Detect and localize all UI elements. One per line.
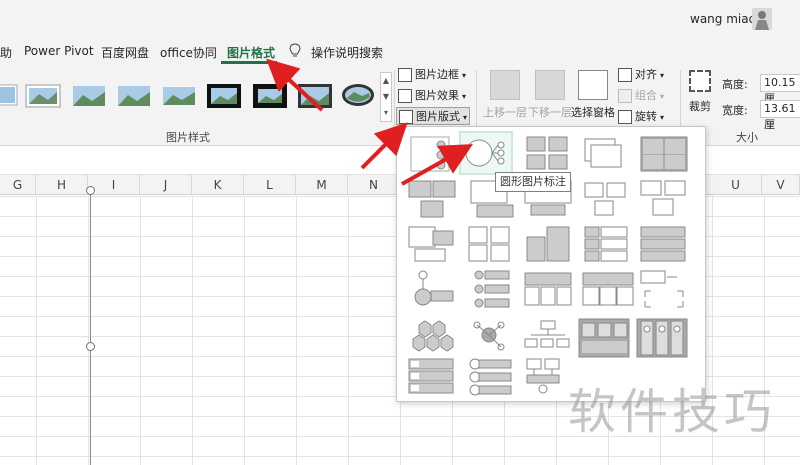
picture-style-9[interactable] <box>340 80 380 110</box>
column-header-j[interactable]: J <box>140 175 192 195</box>
height-field[interactable]: 10.15 厘 <box>760 74 800 105</box>
gallery-more-icon[interactable]: ▾ <box>381 105 391 121</box>
layout-option[interactable] <box>405 223 459 267</box>
column-header-h[interactable]: H <box>36 175 88 195</box>
chevron-down-icon: ▾ <box>462 71 467 80</box>
column-header-i[interactable]: I <box>88 175 140 195</box>
width-field[interactable]: 13.61 厘 <box>760 100 800 131</box>
gallery-down-icon[interactable]: ▼ <box>381 89 391 105</box>
avatar[interactable] <box>752 8 772 30</box>
picture-effects-button[interactable]: 图片效果 ▾ <box>398 87 466 105</box>
layout-option[interactable] <box>635 317 689 361</box>
column-header-g[interactable]: G <box>0 175 36 195</box>
picture-style-2[interactable] <box>24 80 64 110</box>
layout-option[interactable] <box>405 269 459 313</box>
layout-option[interactable] <box>521 223 575 267</box>
picture-border-icon <box>398 68 412 82</box>
height-label: 高度: <box>722 78 748 91</box>
chevron-down-icon: ▾ <box>462 92 467 101</box>
layout-option[interactable] <box>637 269 691 313</box>
chevron-down-icon: ▾ <box>660 92 665 101</box>
layout-option[interactable] <box>581 133 635 177</box>
layout-option[interactable] <box>465 223 519 267</box>
chevron-down-icon: ▾ <box>660 113 665 122</box>
lightbulb-icon <box>289 43 301 57</box>
column-header-v[interactable]: V <box>762 175 800 195</box>
layout-option[interactable] <box>405 179 459 223</box>
tab-picture-format[interactable]: 图片格式 <box>227 44 275 61</box>
bring-forward-icon <box>490 70 520 100</box>
layout-option[interactable] <box>637 179 691 223</box>
send-backward-icon <box>535 70 565 100</box>
ribbon-tab-bar: 助 Power Pivot 百度网盘 office协同 图片格式 操作说明搜索 … <box>0 0 800 66</box>
picture-border-button[interactable]: 图片边框 ▾ <box>398 66 466 84</box>
column-header-k[interactable]: K <box>192 175 244 195</box>
crop-icon <box>689 70 711 92</box>
size-group-label: 大小 <box>736 131 758 144</box>
picture-selection-edge <box>90 190 91 465</box>
align-button[interactable]: 对齐 ▾ <box>618 66 664 84</box>
selection-pane-icon <box>578 70 608 100</box>
gallery-scroll[interactable]: ▲ ▼ ▾ <box>380 72 392 122</box>
layout-option-circle-picture-callout[interactable] <box>459 131 513 175</box>
picture-style-5[interactable] <box>160 80 200 110</box>
rotate-button[interactable]: 旋转 ▾ <box>618 108 664 126</box>
tab-help[interactable]: 助 <box>0 44 12 61</box>
tab-power-pivot[interactable]: Power Pivot <box>24 44 94 58</box>
group-button[interactable]: 组合 ▾ <box>618 87 664 105</box>
resize-handle-top[interactable] <box>86 186 95 195</box>
column-header-n[interactable]: N <box>348 175 400 195</box>
crop-button[interactable]: 裁剪 <box>682 70 718 114</box>
layout-option[interactable] <box>581 269 635 313</box>
rotate-icon <box>618 110 632 124</box>
group-icon <box>618 89 632 103</box>
layout-option[interactable] <box>581 179 635 223</box>
layout-option[interactable] <box>637 133 691 177</box>
bring-forward-button[interactable]: 上移一层 <box>483 70 527 120</box>
layout-option[interactable] <box>637 223 691 267</box>
gallery-up-icon[interactable]: ▲ <box>381 73 391 89</box>
picture-layout-button[interactable]: 图片版式 ▾ <box>396 107 470 125</box>
picture-layout-icon <box>399 110 413 124</box>
ribbon-separator <box>394 70 395 142</box>
tell-me-search[interactable]: 操作说明搜索 <box>311 44 383 61</box>
layout-option[interactable] <box>405 133 459 177</box>
tab-office-collab[interactable]: office协同 <box>160 44 217 61</box>
active-tab-indicator <box>221 61 277 64</box>
layout-tooltip: 圆形图片标注 <box>495 172 571 192</box>
layout-option[interactable] <box>577 317 631 361</box>
picture-layout-dropdown <box>396 126 706 402</box>
layout-option[interactable] <box>465 317 519 361</box>
picture-style-8[interactable] <box>296 80 336 110</box>
picture-style-7[interactable] <box>251 80 291 110</box>
layout-option[interactable] <box>465 357 519 401</box>
picture-style-4[interactable] <box>115 80 155 110</box>
user-name[interactable]: wang miao <box>690 12 756 26</box>
layout-option[interactable] <box>581 223 635 267</box>
layout-option[interactable] <box>521 269 575 313</box>
chevron-down-icon: ▾ <box>660 71 665 80</box>
layout-option[interactable] <box>465 269 519 313</box>
picture-styles-group-label: 图片样式 <box>166 131 210 144</box>
width-label: 宽度: <box>722 104 748 117</box>
send-backward-button[interactable]: 下移一层 <box>528 70 572 120</box>
selection-pane-button[interactable]: 选择窗格 <box>571 70 615 120</box>
picture-style-3[interactable] <box>70 80 110 110</box>
tab-baidu-netdisk[interactable]: 百度网盘 <box>101 44 149 61</box>
align-icon <box>618 68 632 82</box>
column-header-m[interactable]: M <box>296 175 348 195</box>
layout-option[interactable] <box>521 357 575 401</box>
layout-option[interactable] <box>405 317 459 361</box>
chevron-down-icon: ▾ <box>463 113 468 122</box>
layout-option[interactable] <box>521 317 575 361</box>
column-header-l[interactable]: L <box>244 175 296 195</box>
column-header-u[interactable]: U <box>710 175 762 195</box>
resize-handle-middle[interactable] <box>86 342 95 351</box>
layout-option[interactable] <box>521 133 575 177</box>
picture-style-6[interactable] <box>205 80 245 110</box>
watermark: 软件技巧 <box>568 384 777 440</box>
layout-option[interactable] <box>405 357 459 401</box>
picture-effects-icon <box>398 89 412 103</box>
